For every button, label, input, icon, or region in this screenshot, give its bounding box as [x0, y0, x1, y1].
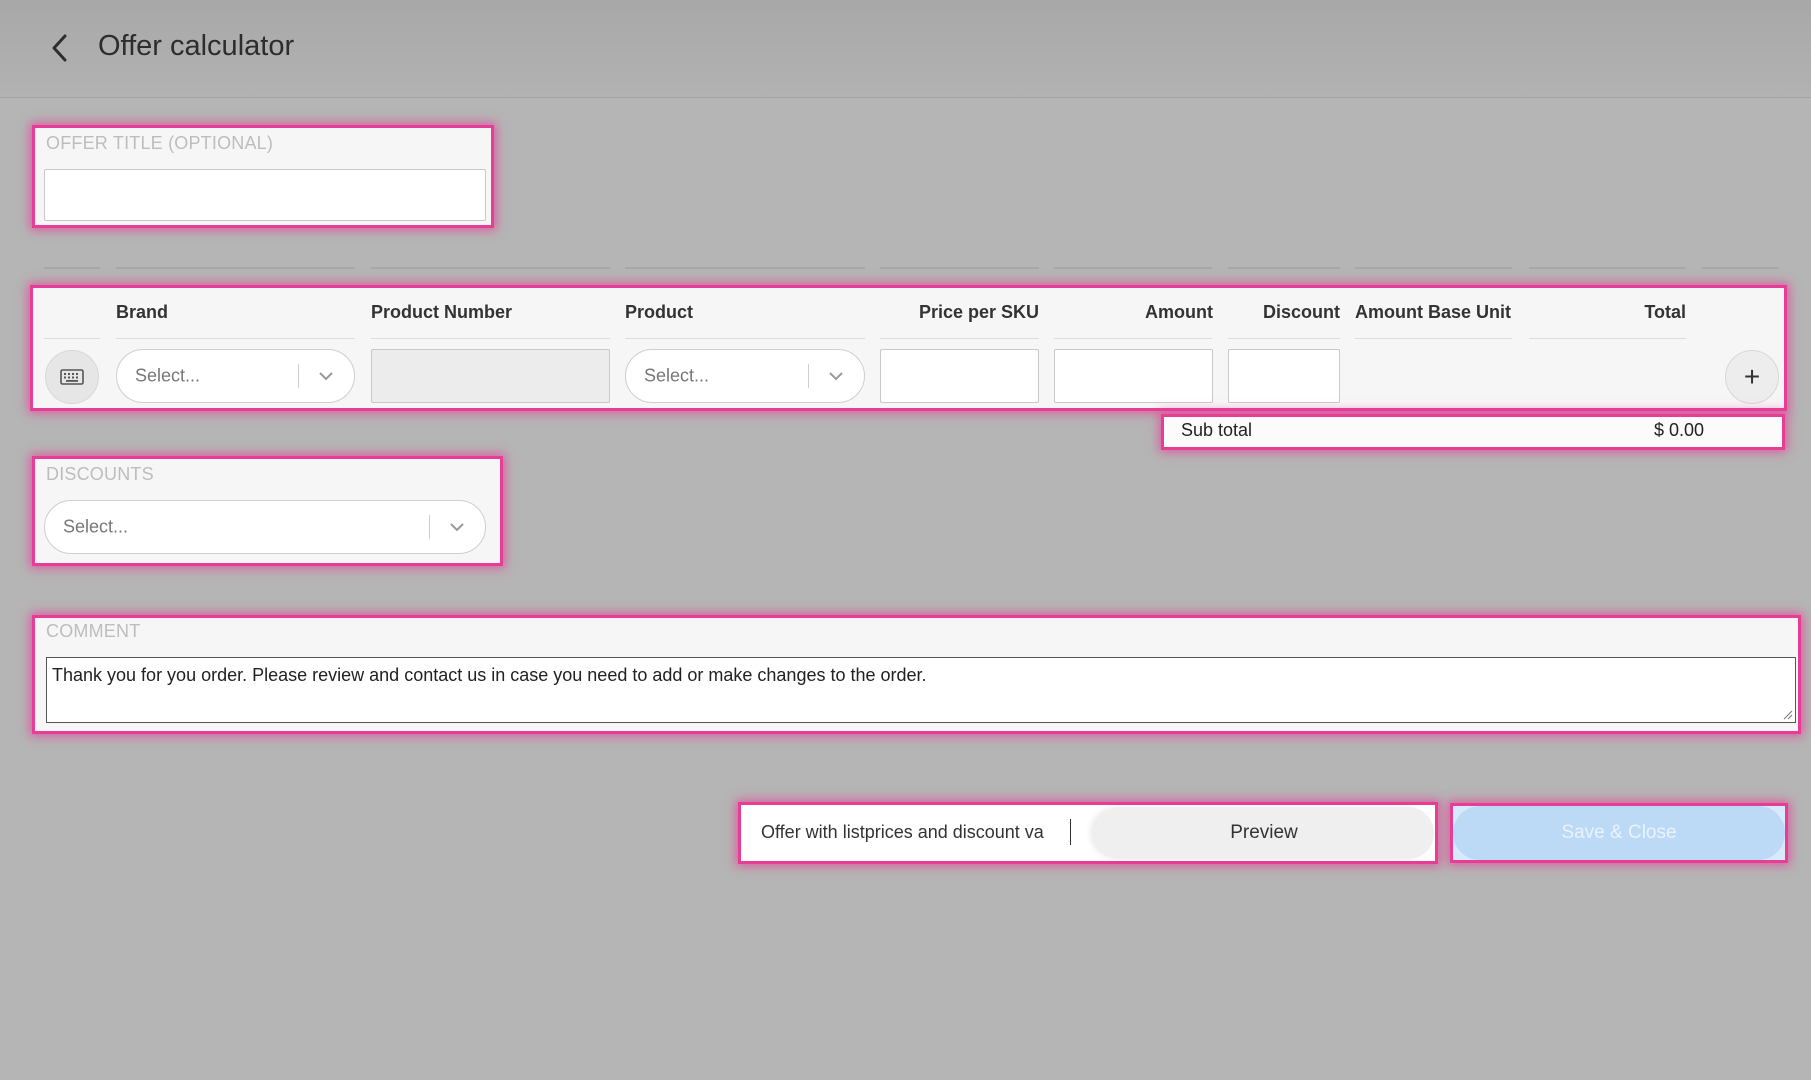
column-header-total: Total — [1644, 302, 1686, 322]
keyboard-icon — [60, 369, 84, 385]
resize-grip-icon[interactable] — [1781, 708, 1793, 720]
column-header-discount: Discount — [1262, 302, 1340, 322]
column-rule — [1355, 267, 1512, 269]
header-rule — [1529, 338, 1686, 339]
price-per-sku-input[interactable] — [880, 349, 1039, 403]
select-divider — [298, 364, 299, 388]
offer-title-section: OFFER TITLE (OPTIONAL) — [35, 128, 491, 225]
product-number-field — [371, 349, 610, 403]
offer-type-select[interactable]: Offer with listprices and discount va — [741, 805, 1101, 861]
comment-section: COMMENT Thank you for you order. Please … — [35, 618, 1798, 731]
column-header-amount-base-unit: Amount Base Unit — [1355, 302, 1512, 322]
discounts-select[interactable]: Select... — [44, 500, 486, 554]
product-select[interactable]: Select... — [625, 349, 865, 403]
offer-title-label: OFFER TITLE (OPTIONAL) — [46, 133, 274, 153]
page-title: Offer calculator — [98, 30, 295, 62]
subtotal-bar: Sub total $ 0.00 — [1164, 417, 1782, 447]
comment-label: COMMENT — [46, 621, 141, 641]
header-rule — [1054, 338, 1212, 339]
preview-button[interactable]: Preview — [1094, 807, 1434, 859]
subtotal-label: Sub total — [1181, 420, 1253, 440]
save-close-wrapper: Save & Close — [1453, 806, 1785, 860]
column-header-amount: Amount — [1145, 302, 1213, 322]
discounts-section: DISCOUNTS Select... — [35, 459, 500, 563]
chevron-down-icon — [829, 372, 843, 381]
discounts-label: DISCOUNTS — [46, 464, 154, 484]
column-header-brand: Brand — [116, 302, 169, 322]
column-header-price-per-sku: Price per SKU — [918, 302, 1039, 322]
product-select-value: Select... — [644, 365, 710, 386]
column-rule — [625, 267, 865, 269]
brand-select[interactable]: Select... — [116, 349, 355, 403]
offer-type-preview-group: Offer with listprices and discount va Pr… — [741, 805, 1435, 861]
column-rule — [371, 267, 610, 269]
column-rule — [116, 267, 355, 269]
column-rule — [1054, 267, 1212, 269]
header-bar: Offer calculator — [0, 0, 1811, 98]
keyboard-button[interactable] — [45, 350, 99, 404]
select-divider — [429, 515, 430, 539]
discount-input[interactable] — [1228, 349, 1340, 403]
brand-select-value: Select... — [135, 365, 201, 386]
offer-type-value: Offer with listprices and discount va — [761, 822, 1044, 842]
column-header-product-number: Product Number — [371, 302, 513, 322]
header-rule — [116, 338, 355, 339]
back-arrow-icon — [52, 34, 67, 62]
header-rule — [880, 338, 1039, 339]
column-rule — [880, 267, 1039, 269]
column-rule — [1228, 267, 1340, 269]
column-header-product: Product — [625, 302, 694, 322]
header-rule — [1228, 338, 1340, 339]
discounts-select-value: Select... — [63, 516, 129, 537]
column-rule — [1529, 267, 1686, 269]
chevron-down-icon — [450, 523, 464, 532]
offer-title-input[interactable] — [44, 169, 486, 221]
text-caret — [1070, 819, 1071, 845]
column-rule — [44, 267, 100, 269]
header-rule — [44, 338, 100, 339]
header-rule — [1355, 338, 1512, 339]
column-rule — [1702, 267, 1779, 269]
header-rule — [625, 338, 865, 339]
comment-textarea[interactable]: Thank you for you order. Please review a… — [46, 657, 1796, 723]
chevron-down-icon — [319, 372, 333, 381]
header-rule — [371, 338, 610, 339]
comment-text: Thank you for you order. Please review a… — [52, 665, 927, 685]
add-row-button[interactable]: + — [1725, 350, 1779, 404]
back-button[interactable] — [40, 28, 80, 68]
amount-input[interactable] — [1054, 349, 1213, 403]
subtotal-value: $ 0.00 — [1653, 420, 1704, 440]
plus-icon: + — [1743, 361, 1761, 392]
save-close-button[interactable]: Save & Close — [1453, 806, 1785, 860]
select-divider — [808, 364, 809, 388]
